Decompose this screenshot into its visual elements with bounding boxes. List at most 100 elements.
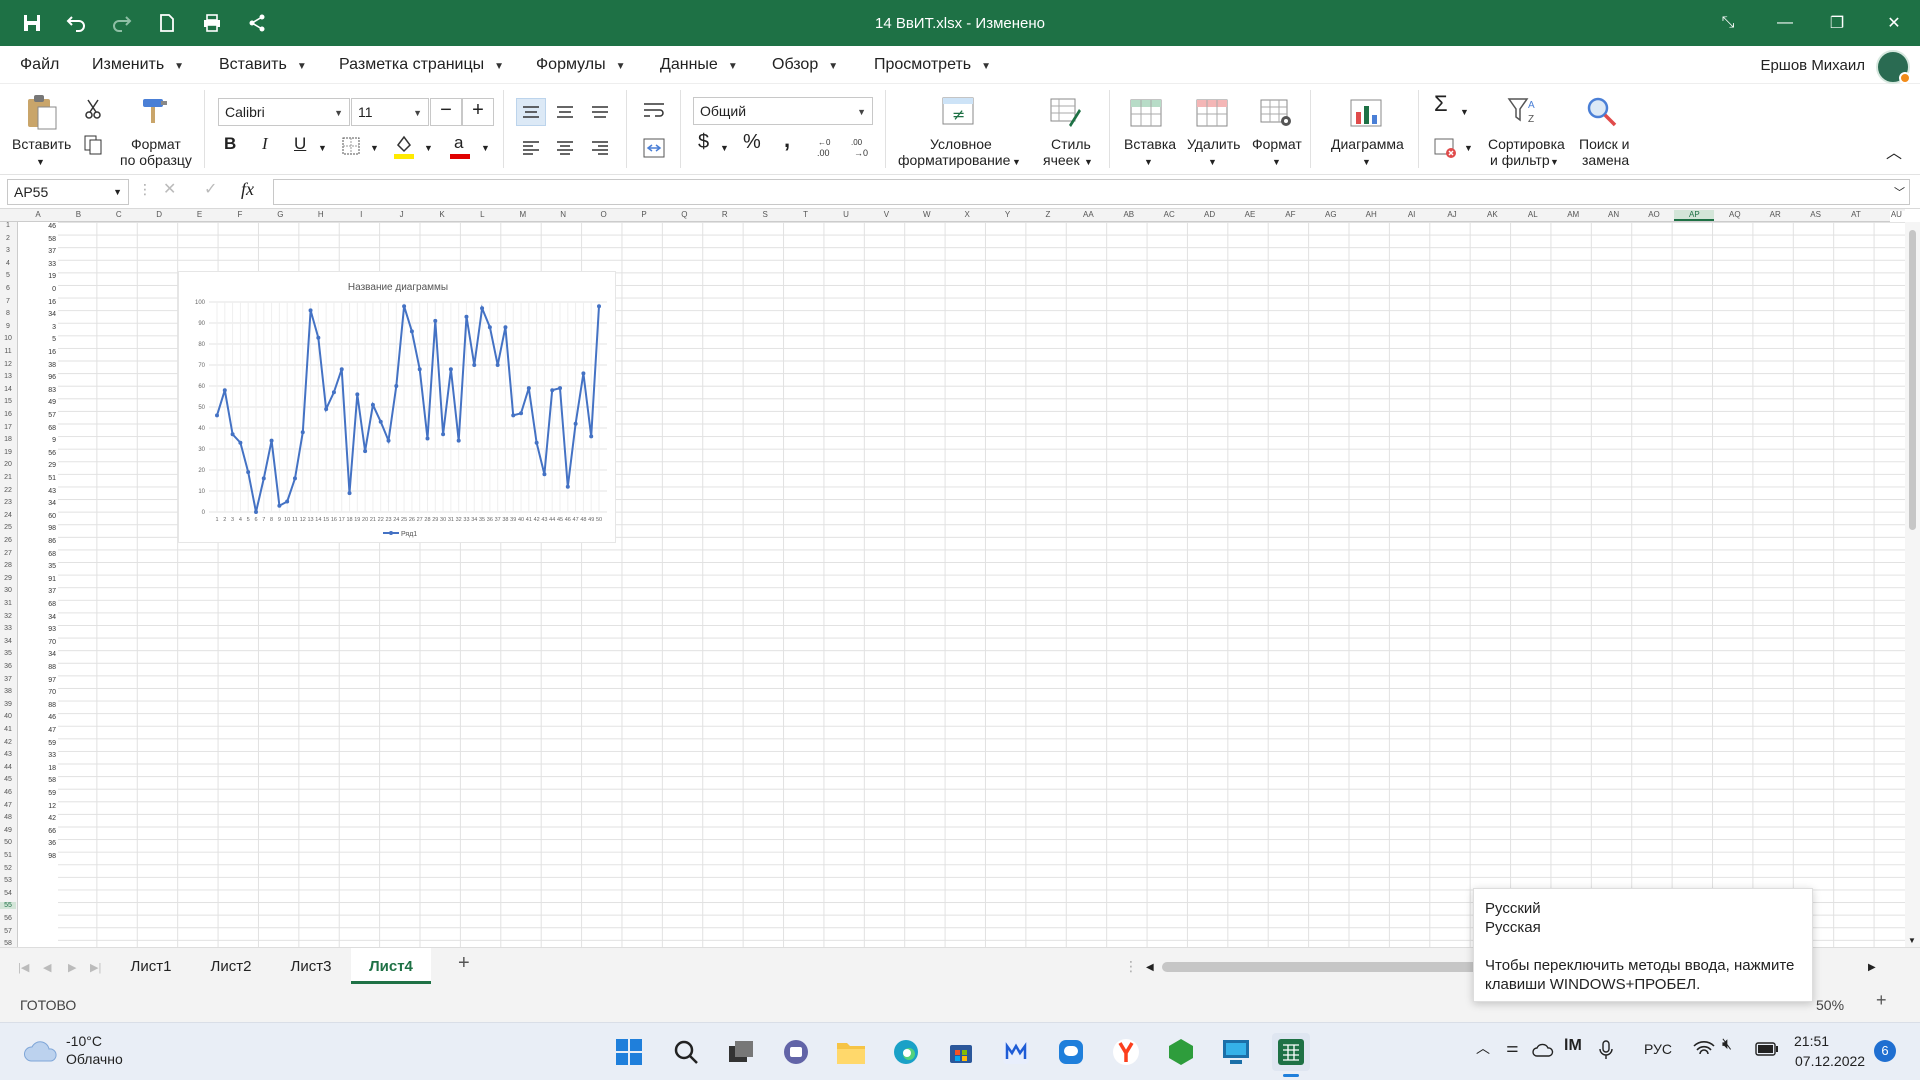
- row-header[interactable]: 54: [0, 890, 16, 897]
- column-header[interactable]: S: [745, 210, 785, 219]
- row-header[interactable]: 19: [0, 449, 16, 456]
- underline-button[interactable]: U: [294, 135, 306, 152]
- row-header[interactable]: 37: [0, 676, 16, 683]
- column-header[interactable]: AR: [1755, 210, 1795, 219]
- cell-value[interactable]: 38: [48, 362, 56, 369]
- messenger-icon[interactable]: [1052, 1033, 1090, 1071]
- row-header[interactable]: 21: [0, 474, 16, 481]
- chevron-down-icon[interactable]: ▼: [1362, 154, 1371, 170]
- align-top-icon[interactable]: [516, 98, 546, 126]
- row-header[interactable]: 22: [0, 487, 16, 494]
- cell-value[interactable]: 68: [48, 601, 56, 608]
- cell-value[interactable]: 12: [48, 803, 56, 810]
- search-icon[interactable]: [667, 1033, 705, 1071]
- row-header[interactable]: 55: [0, 902, 16, 910]
- cell-value[interactable]: 86: [48, 538, 56, 545]
- cell-value[interactable]: 58: [48, 236, 56, 243]
- cell-value[interactable]: 46: [48, 714, 56, 721]
- column-header[interactable]: M: [503, 210, 543, 219]
- autosum-icon[interactable]: Σ: [1434, 93, 1448, 115]
- merge-cells-icon[interactable]: [640, 134, 668, 162]
- row-header[interactable]: 44: [0, 764, 16, 771]
- column-header[interactable]: O: [584, 210, 624, 219]
- column-header[interactable]: AP: [1674, 210, 1715, 221]
- cell-value[interactable]: 37: [48, 248, 56, 255]
- file-explorer-icon[interactable]: [832, 1033, 870, 1071]
- row-header[interactable]: 46: [0, 789, 16, 796]
- column-header[interactable]: V: [866, 210, 906, 219]
- cell-value[interactable]: 34: [48, 614, 56, 621]
- font-color-icon[interactable]: a: [448, 132, 472, 160]
- chevron-down-icon[interactable]: ▼: [1550, 154, 1559, 170]
- excel-icon[interactable]: [1272, 1033, 1310, 1071]
- cell-value[interactable]: 83: [48, 387, 56, 394]
- cell-value[interactable]: 9: [52, 437, 56, 444]
- row-header[interactable]: 31: [0, 600, 16, 607]
- zoom-in-button[interactable]: +: [1876, 991, 1887, 1009]
- row-header[interactable]: 7: [0, 298, 16, 305]
- column-header[interactable]: I: [341, 210, 381, 219]
- notification-badge[interactable]: 6: [1874, 1040, 1896, 1062]
- row-header[interactable]: 1: [0, 222, 16, 229]
- align-middle-icon[interactable]: [551, 98, 579, 126]
- row-header[interactable]: 34: [0, 638, 16, 645]
- column-header[interactable]: J: [382, 210, 422, 219]
- cell-value[interactable]: 91: [48, 576, 56, 583]
- column-header[interactable]: A: [18, 210, 58, 219]
- row-header[interactable]: 11: [0, 348, 16, 355]
- app-tray-icon[interactable]: lM: [1564, 1038, 1582, 1054]
- last-sheet-icon[interactable]: ▶|: [90, 960, 101, 976]
- align-center-icon[interactable]: [551, 134, 579, 162]
- row-header[interactable]: 8: [0, 310, 16, 317]
- cancel-icon[interactable]: ✕: [163, 182, 176, 198]
- app-monitor-icon[interactable]: [1217, 1033, 1255, 1071]
- column-a-values[interactable]: 46 58 37 33 19 0 16 34 3 5 16 38 96 83 49 57 68 9 56 29 51 43…: [18, 222, 58, 947]
- app-hexagon-icon[interactable]: [1162, 1033, 1200, 1071]
- conditional-formatting-label-1[interactable]: Условное: [930, 136, 992, 152]
- chevron-down-icon[interactable]: ▼: [1208, 154, 1217, 170]
- task-view-icon[interactable]: [722, 1033, 760, 1071]
- decrease-font-button[interactable]: −: [430, 98, 462, 126]
- row-header[interactable]: 6: [0, 285, 16, 292]
- column-header[interactable]: AH: [1351, 210, 1391, 219]
- row-header[interactable]: 49: [0, 827, 16, 834]
- find-replace-label-1[interactable]: Поиск и: [1579, 136, 1630, 152]
- cell-styles-icon[interactable]: [1048, 94, 1084, 130]
- row-header[interactable]: 50: [0, 839, 16, 846]
- confirm-icon[interactable]: ✓: [204, 182, 217, 198]
- column-header[interactable]: Y: [988, 210, 1028, 219]
- cell-value[interactable]: 88: [48, 702, 56, 709]
- cell-value[interactable]: 68: [48, 551, 56, 558]
- clock-time[interactable]: 21:51: [1794, 1033, 1829, 1049]
- menu-edit[interactable]: Изменить ▼: [92, 56, 184, 74]
- cell-value[interactable]: 59: [48, 790, 56, 797]
- cell-value[interactable]: 19: [48, 273, 56, 280]
- maximize-button[interactable]: ❐: [1822, 10, 1852, 36]
- row-header[interactable]: 9: [0, 323, 16, 330]
- more-dots-icon[interactable]: ⋮: [1124, 958, 1138, 974]
- cell-value[interactable]: 42: [48, 815, 56, 822]
- row-header[interactable]: 57: [0, 928, 16, 935]
- menu-review[interactable]: Обзор ▼: [772, 56, 838, 74]
- italic-button[interactable]: I: [262, 135, 268, 152]
- scrollbar-thumb[interactable]: [1909, 230, 1916, 530]
- column-header[interactable]: P: [624, 210, 664, 219]
- row-header[interactable]: 4: [0, 260, 16, 267]
- cell-value[interactable]: 34: [48, 311, 56, 318]
- column-header[interactable]: K: [422, 210, 462, 219]
- sort-filter-label-1[interactable]: Сортировка: [1488, 136, 1565, 152]
- row-header[interactable]: 47: [0, 802, 16, 809]
- column-header[interactable]: Q: [664, 210, 704, 219]
- column-header[interactable]: AE: [1230, 210, 1270, 219]
- chevron-down-icon[interactable]: ▼: [1272, 154, 1281, 170]
- column-header[interactable]: AD: [1190, 210, 1230, 219]
- column-header[interactable]: H: [301, 210, 341, 219]
- row-header[interactable]: 45: [0, 776, 16, 783]
- format-painter-label-2[interactable]: по образцу: [120, 152, 192, 168]
- menu-view[interactable]: Просмотреть ▼: [874, 56, 991, 74]
- cell-value[interactable]: 0: [52, 286, 56, 293]
- column-header[interactable]: L: [462, 210, 502, 219]
- increase-font-button[interactable]: +: [462, 98, 494, 126]
- cell-styles-label-2[interactable]: ячеек: [1043, 152, 1080, 168]
- tab-sheet-3[interactable]: Лист3: [278, 948, 344, 984]
